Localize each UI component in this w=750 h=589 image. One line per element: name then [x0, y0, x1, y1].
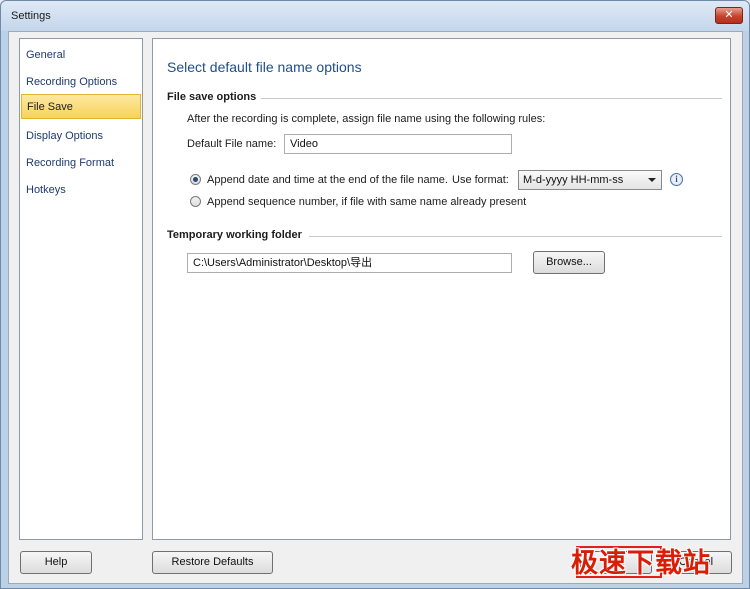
append-sequence-label[interactable]: Append sequence number, if file with sam…	[207, 196, 526, 208]
nav-item-recording-options[interactable]: Recording Options	[21, 70, 141, 95]
section-title-file-save: File save options	[167, 91, 257, 103]
help-button[interactable]: Help	[20, 551, 92, 574]
nav-item-hotkeys[interactable]: Hotkeys	[21, 178, 141, 203]
use-format-label: Use format:	[452, 174, 509, 186]
section-divider	[309, 236, 722, 237]
section-divider	[261, 98, 722, 99]
append-datetime-label[interactable]: Append date and time at the end of the f…	[207, 174, 448, 186]
section-title-temp-folder: Temporary working folder	[167, 229, 302, 241]
temp-folder-path-input[interactable]: C:\Users\Administrator\Desktop\导出	[187, 253, 512, 273]
watermark-logo: 极速下载站	[571, 548, 711, 579]
nav-item-general[interactable]: General	[21, 43, 141, 68]
page-title: Select default file name options	[167, 59, 362, 75]
settings-nav: General Recording Options File Save Disp…	[19, 38, 143, 540]
dialog-body: General Recording Options File Save Disp…	[8, 31, 743, 584]
restore-defaults-button[interactable]: Restore Defaults	[152, 551, 273, 574]
close-icon[interactable]: ✕	[715, 7, 743, 24]
append-sequence-radio[interactable]	[190, 196, 201, 207]
append-datetime-radio[interactable]	[190, 174, 201, 185]
chevron-down-icon	[648, 178, 656, 182]
settings-panel: Select default file name options File sa…	[152, 38, 731, 540]
nav-item-display-options[interactable]: Display Options	[21, 124, 141, 149]
default-file-name-input[interactable]: Video	[284, 134, 512, 154]
nav-item-recording-format[interactable]: Recording Format	[21, 151, 141, 176]
title-bar[interactable]: Settings ✕	[1, 1, 749, 31]
nav-item-file-save[interactable]: File Save	[21, 94, 141, 119]
info-icon[interactable]: i	[670, 173, 683, 186]
instruction-text: After the recording is complete, assign …	[187, 113, 546, 125]
default-file-name-label: Default File name:	[187, 138, 277, 150]
format-select-value: M-d-yyyy HH-mm-ss	[523, 174, 624, 186]
window-title: Settings	[11, 10, 51, 22]
format-select[interactable]: M-d-yyyy HH-mm-ss	[518, 170, 662, 190]
browse-button[interactable]: Browse...	[533, 251, 605, 274]
settings-window: Settings ✕ General Recording Options Fil…	[0, 0, 750, 589]
